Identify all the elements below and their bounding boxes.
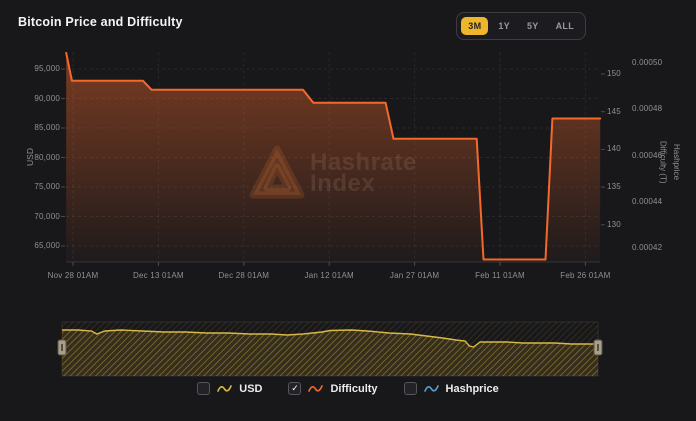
y-right-hashprice-tick: 0.00044 [632, 197, 672, 206]
legend-item-hashprice[interactable]: Hashprice [404, 382, 499, 395]
x-axis-tick: Feb 26 01AM [545, 271, 625, 280]
x-axis-tick: Feb 11 01AM [460, 271, 540, 280]
legend-item-difficulty[interactable]: ✓ Difficulty [288, 382, 377, 395]
y-left-tick: 75,000 [0, 182, 60, 191]
y-right-hashprice-tick: 0.00046 [632, 151, 672, 160]
x-axis-tick: Dec 13 01AM [118, 271, 198, 280]
x-axis-tick: Jan 27 01AM [375, 271, 455, 280]
y-left-tick: 90,000 [0, 94, 60, 103]
y-left-tick: 95,000 [0, 64, 60, 73]
chart-panel: Bitcoin Price and Difficulty 3M1Y5YALL U… [0, 0, 696, 421]
y-left-tick: 80,000 [0, 153, 60, 162]
x-axis-tick: Dec 28 01AM [204, 271, 284, 280]
y-left-tick: 65,000 [0, 241, 60, 250]
y-right-difficulty-tick: 140 [607, 144, 631, 153]
legend-item-usd[interactable]: USD [197, 382, 262, 395]
y-right-difficulty-tick: 135 [607, 182, 631, 191]
main-chart[interactable] [0, 0, 696, 421]
legend: USD ✓ Difficulty Hashprice [0, 382, 696, 395]
y-right-difficulty-tick: 150 [607, 69, 631, 78]
y-right-hashprice-tick: 0.00048 [632, 104, 672, 113]
legend-label: USD [239, 383, 262, 395]
line-squiggle-icon [308, 383, 323, 394]
navigator-right-handle[interactable] [594, 340, 602, 355]
y-right-hashprice-tick: 0.00050 [632, 58, 672, 67]
checkbox-unchecked-icon[interactable] [404, 382, 417, 395]
navigator[interactable] [58, 322, 602, 376]
checkmark-icon: ✓ [291, 384, 299, 393]
checkbox-unchecked-icon[interactable] [197, 382, 210, 395]
legend-label: Difficulty [330, 383, 377, 395]
checkbox-checked-icon[interactable]: ✓ [288, 382, 301, 395]
line-squiggle-icon [424, 383, 439, 394]
y-left-tick: 70,000 [0, 212, 60, 221]
y-right-difficulty-tick: 145 [607, 107, 631, 116]
x-axis-tick: Nov 28 01AM [33, 271, 113, 280]
navigator-left-handle[interactable] [58, 340, 66, 355]
legend-label: Hashprice [446, 383, 499, 395]
y-left-tick: 85,000 [0, 123, 60, 132]
line-squiggle-icon [217, 383, 232, 394]
y-right-hashprice-tick: 0.00042 [632, 243, 672, 252]
x-axis-tick: Jan 12 01AM [289, 271, 369, 280]
y-right-difficulty-tick: 130 [607, 220, 631, 229]
